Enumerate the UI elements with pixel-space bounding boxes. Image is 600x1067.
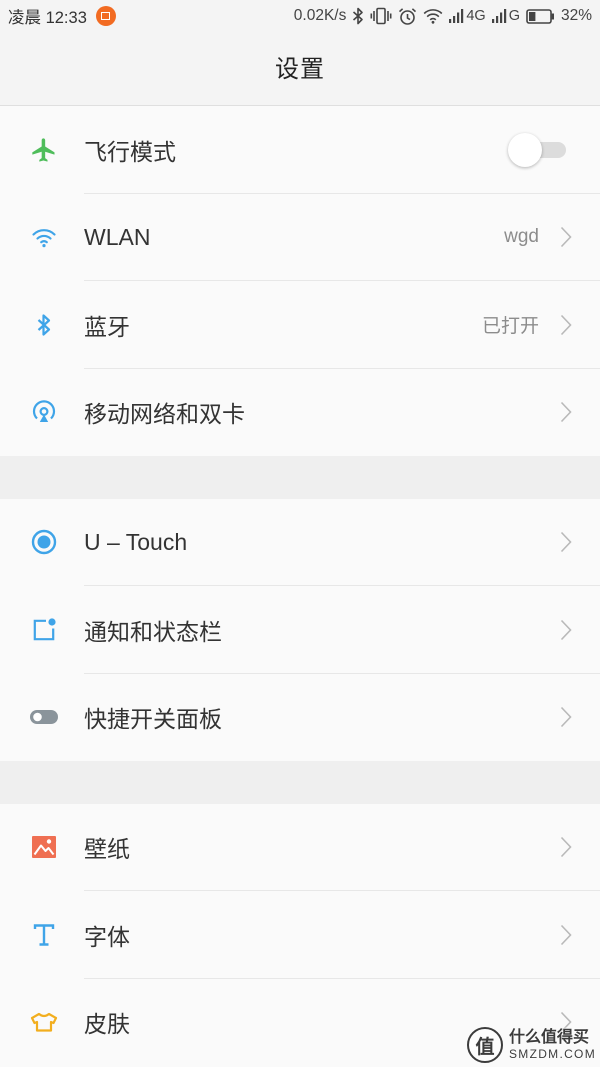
battery-icon bbox=[526, 8, 554, 24]
airplane-icon bbox=[30, 136, 58, 164]
settings-section-connectivity: 飞行模式 WLAN wgd 蓝牙 已打开 移动网络和双卡 bbox=[0, 106, 600, 456]
watermark: 值 什么值得买 SMZDM.COM bbox=[466, 1027, 596, 1063]
section-divider bbox=[0, 456, 600, 499]
status-bar: 凌晨 12:33 0.02K/s 4G G 32% bbox=[0, 0, 600, 32]
skin-icon bbox=[30, 1008, 58, 1036]
settings-item-wlan[interactable]: WLAN wgd bbox=[0, 194, 600, 282]
row-trailing bbox=[560, 619, 572, 641]
chevron-right-icon bbox=[560, 707, 572, 728]
wlan-value: wgd bbox=[504, 226, 539, 248]
page-title: 设置 bbox=[275, 56, 325, 83]
settings-item-notifications[interactable]: 通知和状态栏 bbox=[0, 586, 600, 674]
settings-item-mobile-network[interactable]: 移动网络和双卡 bbox=[0, 369, 600, 457]
wifi-icon bbox=[30, 223, 58, 251]
bluetooth-status-value: 已打开 bbox=[481, 316, 539, 338]
status-bar-right: 0.02K/s 4G G 32% bbox=[294, 7, 592, 26]
network-speed: 0.02K/s bbox=[293, 7, 347, 24]
wifi-icon bbox=[423, 9, 443, 24]
chevron-right-icon bbox=[560, 532, 572, 553]
row-trailing: wgd bbox=[504, 226, 572, 248]
row-trailing bbox=[560, 706, 572, 728]
skin-label: 皮肤 bbox=[84, 1011, 130, 1038]
bluetooth-icon bbox=[353, 7, 364, 25]
bluetooth-label: 蓝牙 bbox=[84, 313, 130, 340]
watermark-name: 什么值得买 bbox=[508, 1029, 589, 1047]
battery-level-fill bbox=[528, 11, 536, 21]
chevron-right-icon bbox=[560, 924, 572, 945]
toggle-knob bbox=[508, 132, 542, 167]
sim1-signal: 4G bbox=[449, 8, 486, 24]
wlan-label: WLAN bbox=[84, 223, 151, 250]
sim2-signal: G bbox=[491, 8, 520, 24]
settings-item-u-touch[interactable]: U – Touch bbox=[0, 499, 600, 587]
signal-bars-icon bbox=[449, 9, 464, 23]
row-trailing bbox=[560, 401, 572, 423]
vibrate-icon bbox=[370, 7, 392, 25]
status-clock: 凌晨 12:33 bbox=[8, 9, 87, 27]
row-trailing bbox=[560, 531, 572, 553]
chevron-right-icon bbox=[560, 314, 572, 335]
row-trailing bbox=[508, 132, 572, 167]
bluetooth-icon bbox=[30, 311, 58, 339]
signal-bars-icon bbox=[491, 9, 506, 23]
chevron-right-icon bbox=[560, 837, 572, 858]
settings-section-interaction: U – Touch 通知和状态栏 快捷开关面板 bbox=[0, 498, 600, 762]
settings-item-quick-toggles[interactable]: 快捷开关面板 bbox=[0, 674, 600, 762]
airplane-mode-toggle[interactable] bbox=[508, 132, 566, 167]
chevron-right-icon bbox=[560, 402, 572, 423]
chevron-right-icon bbox=[560, 619, 572, 640]
battery-percentage: 32% bbox=[560, 7, 592, 24]
sim1-network-type: 4G bbox=[466, 8, 486, 24]
settings-item-airplane-mode[interactable]: 飞行模式 bbox=[0, 106, 600, 194]
wallpaper-icon bbox=[30, 833, 58, 861]
settings-item-bluetooth[interactable]: 蓝牙 已打开 bbox=[0, 281, 600, 369]
row-trailing bbox=[560, 836, 572, 858]
u-touch-label: U – Touch bbox=[84, 528, 188, 555]
row-trailing bbox=[560, 924, 572, 946]
wallpaper-label: 壁纸 bbox=[84, 836, 130, 863]
notifications-label: 通知和状态栏 bbox=[84, 618, 222, 645]
section-divider bbox=[0, 761, 600, 804]
settings-item-font[interactable]: 字体 bbox=[0, 891, 600, 979]
font-label: 字体 bbox=[84, 923, 130, 950]
notification-icon bbox=[30, 616, 58, 644]
app-header: 设置 bbox=[0, 32, 600, 106]
watermark-site: SMZDM.COM bbox=[508, 1047, 596, 1062]
watermark-text: 什么值得买 SMZDM.COM bbox=[509, 1028, 596, 1062]
u-touch-icon bbox=[30, 528, 58, 556]
airplane-mode-label: 飞行模式 bbox=[84, 138, 176, 165]
alarm-icon bbox=[399, 7, 417, 25]
quick-toggle-icon bbox=[30, 703, 58, 731]
font-icon bbox=[30, 921, 58, 949]
settings-item-wallpaper[interactable]: 壁纸 bbox=[0, 804, 600, 892]
chevron-right-icon bbox=[560, 227, 572, 248]
sim2-network-type: G bbox=[508, 8, 520, 24]
notification-app-icon bbox=[95, 6, 116, 26]
mobile-network-icon bbox=[30, 398, 58, 426]
row-trailing: 已打开 bbox=[482, 311, 572, 338]
mobile-network-label: 移动网络和双卡 bbox=[84, 401, 245, 428]
status-bar-left: 凌晨 12:33 bbox=[8, 4, 116, 28]
watermark-logo: 值 bbox=[466, 1027, 503, 1063]
quick-toggles-label: 快捷开关面板 bbox=[84, 706, 222, 733]
